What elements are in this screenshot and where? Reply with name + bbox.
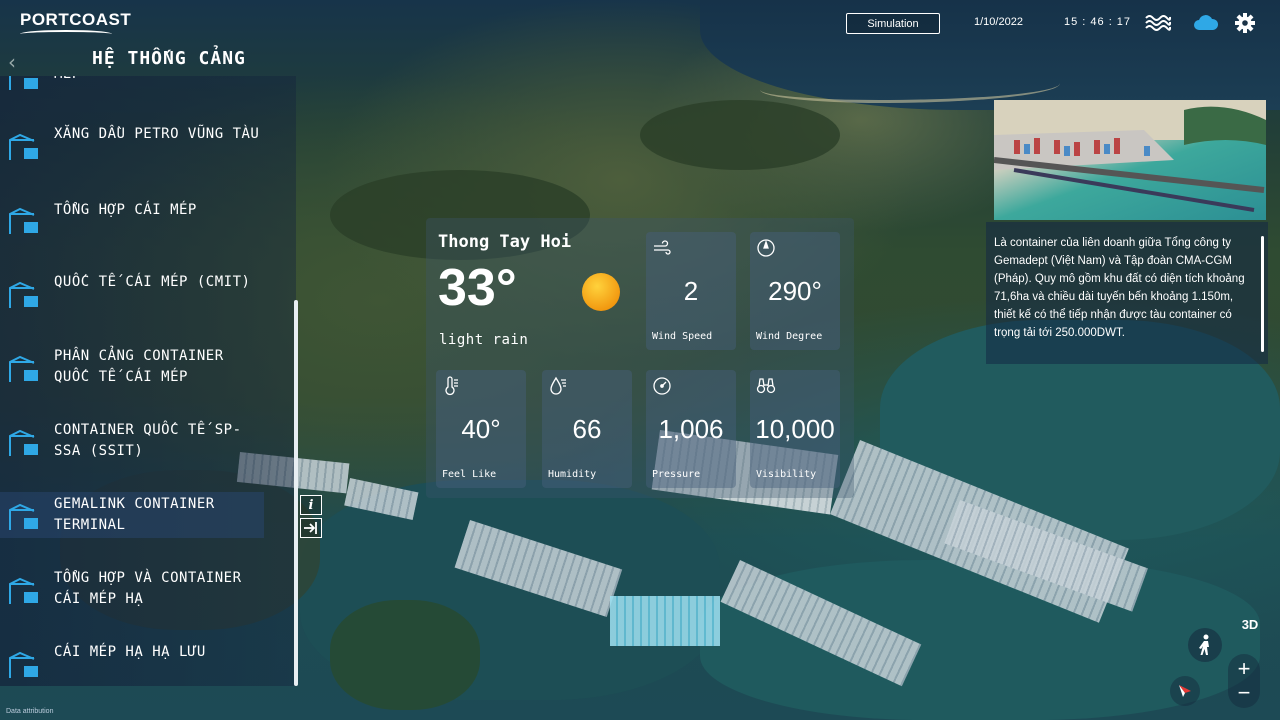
zoom-in-button[interactable]: + — [1238, 657, 1251, 681]
port-item-label: CONTAINER QUỐC TẾ SP-SSA (SSIT) — [54, 422, 242, 459]
weather-tile-feel-like: 40° Feel Like — [436, 370, 526, 488]
current-date: 1/10/2022 — [974, 16, 1023, 28]
port-item-label: CÁI MÉP HẠ HẠ LƯU — [54, 644, 206, 660]
mountain-area — [640, 100, 840, 170]
compass-icon[interactable] — [1170, 676, 1200, 706]
port-list-item[interactable]: TỔNG HỢP CÁI MÉP — [0, 196, 264, 242]
back-chevron-icon[interactable]: ‹ — [8, 50, 16, 74]
port-item-label: QUỐC TẾ CÁI MÉP (CMIT) — [54, 274, 251, 290]
tile-label: Wind Speed — [652, 331, 713, 342]
port-crane-icon — [9, 429, 38, 456]
tile-label: Feel Like — [442, 469, 497, 480]
port-description: Là container của liên doanh giữa Tổng cô… — [994, 237, 1245, 339]
zoom-control[interactable]: + − — [1228, 654, 1260, 708]
tile-label: Visibility — [756, 469, 817, 480]
weather-condition: light rain — [439, 332, 529, 348]
port-crane-icon — [9, 355, 38, 382]
weather-tile-wind-speed: 2 Wind Speed — [646, 232, 736, 350]
port-list-item[interactable]: PHÂN CẢNG CONTAINER QUỐC TẾ CÁI MÉP — [0, 344, 264, 390]
port-list-item-active[interactable]: GEMALINK CONTAINER TERMINAL — [0, 492, 264, 538]
port-list-item[interactable]: CÁI MÉP HẠ HẠ LƯU — [0, 640, 264, 686]
page-title: HỆ THỐNG CẢNG — [92, 48, 246, 69]
tile-value: 40° — [461, 414, 501, 444]
weather-tile-visibility: 10,000 Visibility — [750, 370, 840, 488]
weather-temperature: 33° — [438, 259, 517, 317]
thermometer-icon — [445, 376, 458, 396]
weather-tile-wind-degree: 290° Wind Degree — [750, 232, 840, 350]
port-item-label: TỔNG HỢP VÀ CONTAINER CÁI MÉP HẠ — [54, 570, 242, 607]
tile-label: Humidity — [548, 469, 597, 480]
logo-wave-mark — [20, 30, 112, 38]
weather-tile-pressure: 1,006 Pressure — [646, 370, 736, 488]
port-list-item[interactable]: MÉP — [0, 76, 264, 100]
portcoast-logo[interactable]: PORTCOAST — [20, 10, 131, 30]
port-list-item[interactable]: TỔNG HỢP VÀ CONTAINER CÁI MÉP HẠ — [0, 566, 264, 612]
tile-value: 290° — [768, 276, 822, 306]
port-crane-icon — [9, 76, 38, 90]
3d-toggle-button[interactable]: 3D — [1234, 610, 1266, 638]
binoculars-icon — [756, 378, 776, 394]
weather-tile-humidity: 66 Humidity — [542, 370, 632, 488]
current-time: 15 : 46 : 17 — [1064, 16, 1132, 28]
sidebar-scrollbar[interactable] — [294, 300, 298, 686]
sun-icon — [582, 273, 620, 311]
exit-icon[interactable] — [300, 518, 322, 538]
cloud-icon[interactable] — [1192, 12, 1219, 34]
port-crane-icon — [9, 281, 38, 308]
port-terminal-highlighted — [610, 596, 720, 646]
data-attribution-link[interactable]: Data attribution — [6, 708, 53, 715]
tile-value: 1,006 — [658, 414, 724, 444]
zoom-out-button[interactable]: − — [1238, 681, 1251, 705]
port-crane-icon — [9, 577, 38, 604]
port-crane-icon — [9, 503, 38, 530]
port-crane-icon — [9, 651, 38, 678]
tile-value: 66 — [572, 414, 602, 444]
port-photo — [994, 100, 1266, 220]
compass-icon — [757, 239, 775, 257]
walk-mode-icon[interactable] — [1188, 628, 1222, 662]
port-item-label: XĂNG DẦU PETRO VŨNG TÀU — [54, 126, 260, 142]
waves-icon[interactable] — [1144, 12, 1172, 34]
port-item-label: PHÂN CẢNG CONTAINER QUỐC TẾ CÁI MÉP — [54, 348, 224, 385]
info-button[interactable]: i — [300, 495, 322, 515]
port-item-label: MÉP — [54, 76, 264, 85]
humidity-icon — [550, 376, 566, 395]
tile-label: Pressure — [652, 469, 701, 480]
port-list-item[interactable]: QUỐC TẾ CÁI MÉP (CMIT) — [0, 270, 264, 316]
tile-value: 2 — [683, 276, 699, 306]
weather-city: Thong Tay Hoi — [438, 232, 572, 252]
description-scrollbar[interactable] — [1261, 236, 1264, 352]
port-list-item[interactable]: CONTAINER QUỐC TẾ SP-SSA (SSIT) — [0, 418, 264, 464]
pressure-gauge-icon — [653, 377, 671, 395]
island — [330, 600, 480, 710]
wind-icon — [654, 240, 671, 255]
port-list-item[interactable]: XĂNG DẦU PETRO VŨNG TÀU — [0, 122, 264, 168]
port-crane-icon — [9, 133, 38, 160]
tile-value: 10,000 — [755, 414, 835, 444]
port-list-sidebar[interactable]: MÉP XĂNG DẦU PETRO VŨNG TÀU TỔNG HỢP CÁI… — [0, 76, 296, 686]
port-crane-icon — [9, 207, 38, 234]
port-item-label: GEMALINK CONTAINER TERMINAL — [54, 496, 215, 533]
port-item-label: TỔNG HỢP CÁI MÉP — [54, 202, 197, 218]
tile-label: Wind Degree — [756, 331, 823, 342]
gear-icon[interactable] — [1234, 12, 1258, 34]
simulation-button[interactable]: Simulation — [846, 13, 940, 34]
